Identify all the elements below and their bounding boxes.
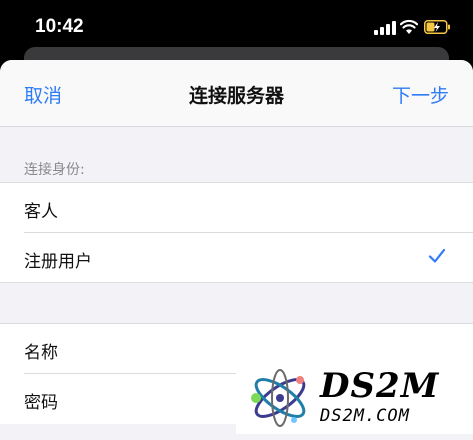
- field-label: 名称: [24, 343, 58, 363]
- identity-option-registered-user[interactable]: 注册用户: [0, 233, 473, 283]
- field-label: 密码: [24, 393, 58, 413]
- status-bar: 10:42: [0, 0, 473, 50]
- option-label: 注册用户: [24, 252, 92, 272]
- navigation-bar: 连接服务器 取消 下一步: [0, 60, 473, 127]
- watermark-logo-text: DS2M: [320, 366, 440, 406]
- atom-logo-icon: [251, 369, 306, 427]
- identity-section-header: 连接身份:: [24, 162, 85, 178]
- cellular-signal-icon: [374, 21, 396, 35]
- cancel-button[interactable]: 取消: [24, 81, 62, 108]
- watermark: DS2M DS2M.COM: [236, 362, 473, 434]
- wifi-icon: [400, 19, 418, 34]
- status-time: 10:42: [35, 16, 84, 37]
- option-label: 客人: [24, 202, 58, 222]
- watermark-domain-text: DS2M.COM: [320, 406, 410, 426]
- next-step-button[interactable]: 下一步: [392, 81, 449, 108]
- checkmark-icon: [428, 248, 446, 263]
- identity-option-guest[interactable]: 客人: [0, 183, 473, 233]
- divider: [0, 282, 473, 283]
- battery-charging-icon: [424, 20, 450, 34]
